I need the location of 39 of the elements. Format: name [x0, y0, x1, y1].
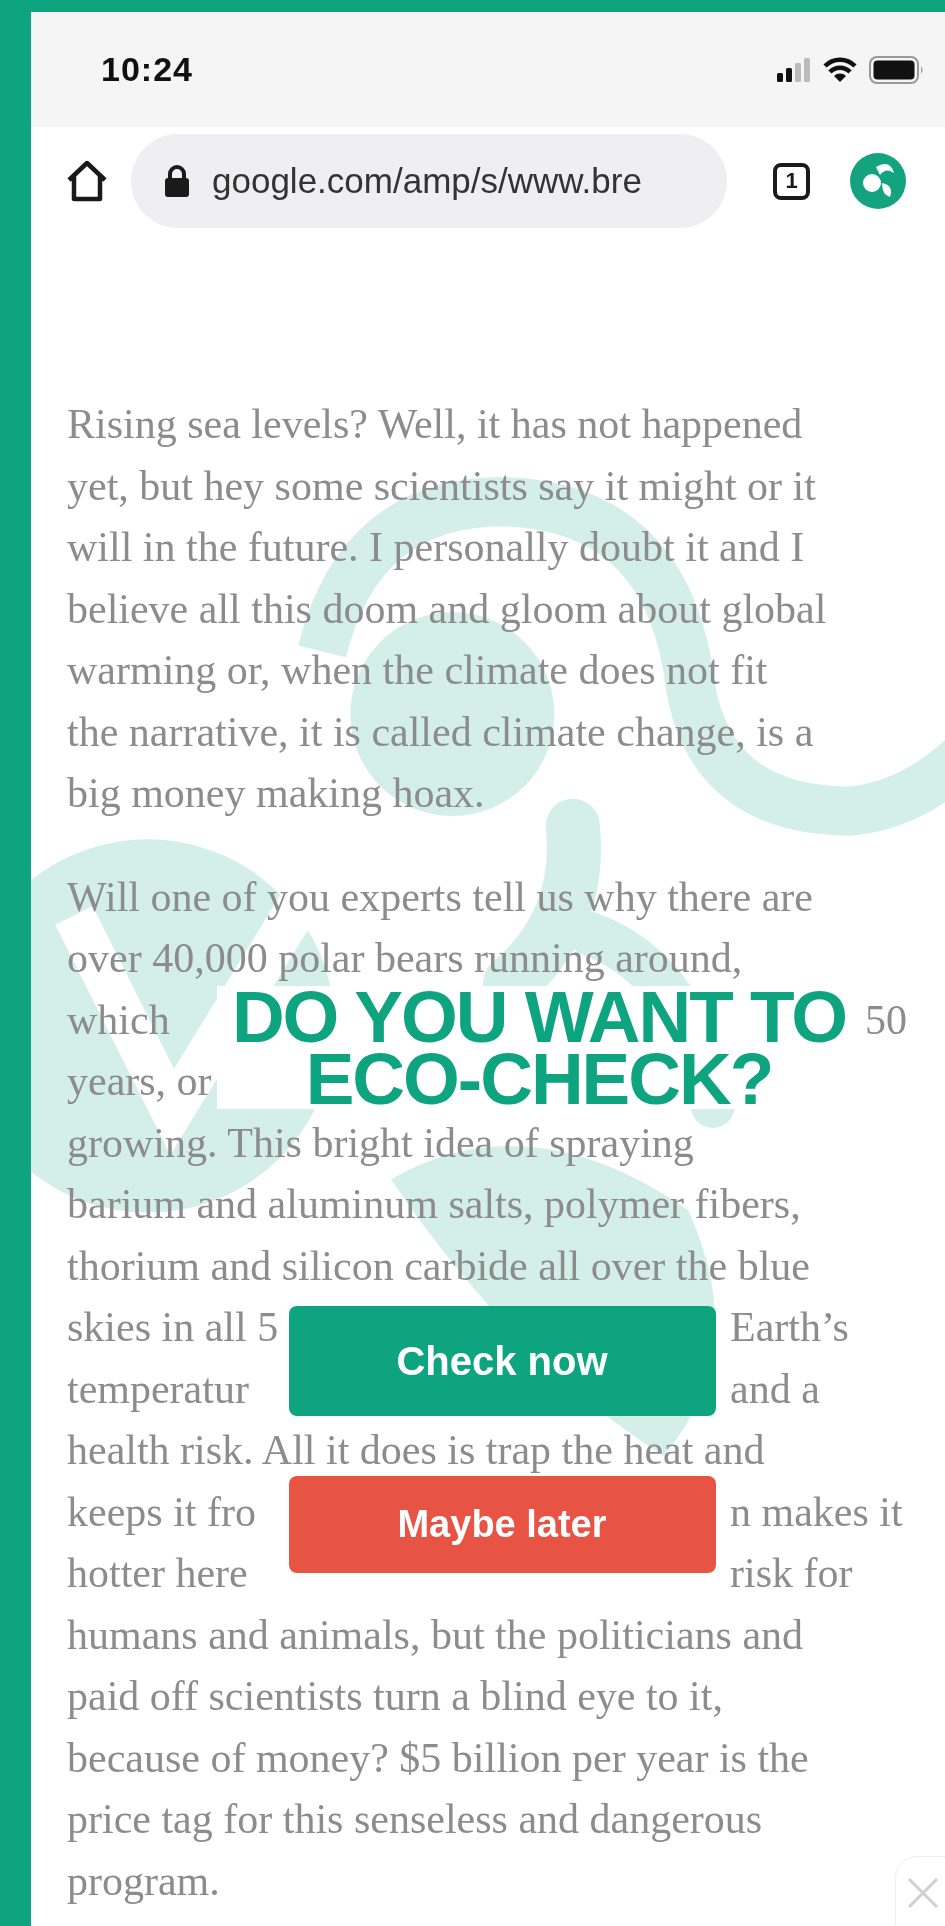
tab-count-button[interactable]: 1 [773, 162, 810, 200]
battery-icon [869, 55, 925, 84]
article-text-line: health risk. All it does is trap the heat and [67, 1426, 765, 1475]
article-text-line: yet, but hey some scientists say it might or it [67, 461, 816, 511]
article-text-line: temperatur [67, 1364, 249, 1414]
article-text-line: hotter here [67, 1549, 248, 1598]
article-text-line: skies in all 5 [67, 1303, 279, 1352]
article-text-line: Earth’s [730, 1303, 849, 1352]
article-text-line: humans and animals, but the politicians and [67, 1610, 804, 1660]
maybe-later-button[interactable]: Maybe later [288, 1476, 716, 1573]
avatar-icon[interactable] [850, 153, 906, 209]
wifi-icon [823, 56, 857, 83]
article-text-line: warming or, when the climate does not fit [67, 646, 768, 695]
article-text-line: years, or [67, 1057, 212, 1106]
article-text-line: keeps it fro [67, 1487, 256, 1537]
article-text-line: Rising sea levels? Well, it has not happened [67, 400, 803, 449]
article-text-line: will in the future. I personally doubt it and I [67, 523, 805, 572]
article-text-line: n makes it [730, 1487, 903, 1537]
article-text-line: the narrative, it is called climate change, is a [67, 707, 814, 757]
article-text-line: program. [67, 1856, 220, 1906]
article-text-line: 50 [865, 995, 907, 1045]
home-icon[interactable] [65, 159, 109, 203]
article-text-line: because of money? $5 billion per year is the [67, 1733, 809, 1783]
article-text-line: over 40,000 polar bears running around, [67, 934, 743, 983]
article-text-line: believe all this doom and gloom about global [67, 584, 827, 634]
lock-icon [164, 165, 190, 197]
status-time: 10:24 [101, 50, 193, 89]
signal-icon [777, 57, 811, 82]
article-text-line: big money making hoax. [67, 769, 485, 818]
article-text-line: price tag for this senseless and dangerous [67, 1795, 763, 1844]
article-text-line: barium and aluminum salts, polymer fibers, [67, 1180, 801, 1229]
article-text-line: risk for [730, 1549, 853, 1598]
article-text-line: thorium and silicon carbide all over the blue [67, 1241, 810, 1291]
article-text-line: and a [730, 1364, 820, 1414]
article-text-line: which [67, 995, 170, 1045]
address-bar[interactable]: google.com/amp/s/www.bre [131, 134, 727, 228]
article-text-line: paid off scientists turn a blind eye to it, [67, 1672, 723, 1721]
article-text-line: growing. This bright idea of spraying [67, 1118, 694, 1168]
article-text-line: Will one of you experts tell us why there are [67, 872, 813, 922]
